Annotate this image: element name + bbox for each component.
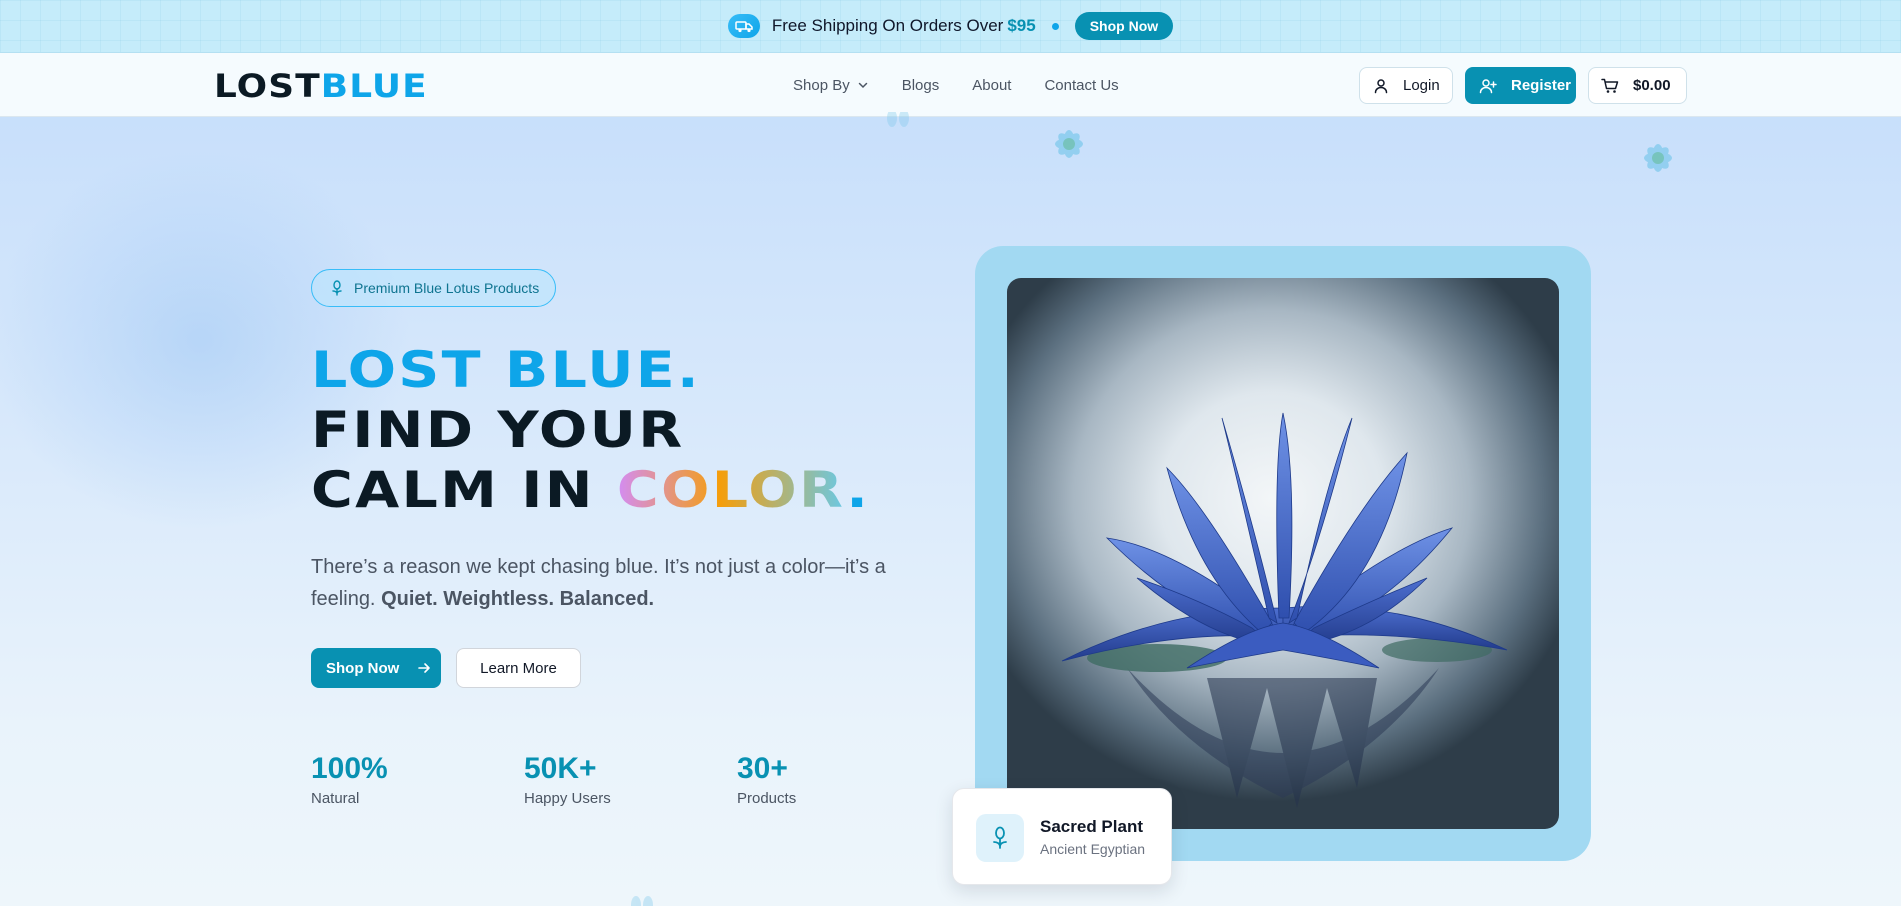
announcement-shop-now-button[interactable]: Shop Now [1074, 12, 1174, 40]
site-header: LOSTBLUE Shop By Blogs About Contact Us … [0, 53, 1901, 117]
hero-description-emphasis: Quiet. Weightless. Balanced. [381, 588, 655, 610]
separator-dot [1051, 22, 1059, 30]
stat-happy-users: 50K+ Happy Users [524, 752, 611, 807]
announcement-text: Free Shipping On Orders Over $95 [771, 16, 1036, 35]
logo[interactable]: LOSTBLUE [214, 68, 428, 104]
stat-value: 30+ [737, 752, 788, 785]
nav-item-contact[interactable]: Contact Us [1044, 77, 1118, 94]
arrow-right-icon [418, 663, 431, 673]
stat-label: Products [737, 790, 797, 807]
sacred-plant-card: Sacred Plant Ancient Egyptian [952, 788, 1172, 885]
logo-text-blue: BLUE [320, 67, 428, 105]
cart-total: $0.00 [1633, 77, 1671, 94]
truck-icon [727, 14, 760, 38]
stat-value: 50K+ [524, 752, 597, 785]
lotus-decoration-icon [1644, 144, 1672, 172]
card-subtitle: Ancient Egyptian [1040, 841, 1146, 857]
nav-item-shop-by[interactable]: Shop By [793, 77, 869, 94]
lotus-decoration-icon [1055, 130, 1083, 158]
chevron-down-icon [858, 82, 867, 89]
nav-item-label: Shop By [793, 76, 850, 94]
stat-natural: 100% Natural [311, 752, 388, 807]
logo-text-dark: LOST [214, 67, 321, 105]
headline-color-word: COLOR [616, 461, 847, 519]
nav-item-blogs[interactable]: Blogs [902, 77, 940, 94]
hero-description: There’s a reason we kept chasing blue. I… [311, 551, 911, 615]
hero-shop-now-label: Shop Now [326, 659, 400, 677]
flower-icon [976, 814, 1024, 862]
headline-line-3: CALM IN COLOR. [311, 460, 870, 520]
headline-line-2: FIND YOUR [311, 401, 685, 459]
flower-icon [332, 280, 342, 296]
stat-products: 30+ Products [737, 752, 796, 807]
headline-line-1: LOST BLUE. [311, 341, 701, 399]
learn-more-button[interactable]: Learn More [456, 648, 581, 688]
user-plus-icon [1479, 78, 1497, 93]
stat-label: Happy Users [524, 790, 611, 807]
hero-badge: Premium Blue Lotus Products [311, 269, 557, 307]
login-button[interactable]: Login [1359, 67, 1453, 104]
headline-line-3-prefix: CALM IN [311, 461, 595, 519]
cart-button[interactable]: $0.00 [1588, 67, 1687, 104]
announcement-bar: Free Shipping On Orders Over $95 Shop Now [0, 0, 1901, 53]
headline-dot: . [846, 461, 871, 519]
card-title: Sacred Plant [1040, 817, 1143, 836]
main-nav: Shop By Blogs About Contact Us [793, 53, 1152, 117]
cart-icon [1601, 78, 1619, 93]
lotus-decoration-icon [631, 896, 653, 906]
nav-item-about[interactable]: About [972, 77, 1011, 94]
user-icon [1374, 78, 1388, 93]
hero-headline: LOST BLUE. FIND YOUR CALM IN COLOR. [311, 340, 870, 520]
lotus-decoration-icon [887, 112, 909, 127]
stat-label: Natural [311, 790, 360, 807]
hero-badge-label: Premium Blue Lotus Products [354, 280, 540, 296]
register-button[interactable]: Register [1465, 67, 1576, 104]
announcement-price: $95 [1007, 16, 1036, 35]
login-label: Login [1403, 77, 1440, 94]
register-label: Register [1511, 77, 1572, 94]
blue-lotus-photo [1007, 278, 1559, 829]
stat-value: 100% [311, 752, 388, 785]
hero-shop-now-button[interactable]: Shop Now [311, 648, 441, 688]
